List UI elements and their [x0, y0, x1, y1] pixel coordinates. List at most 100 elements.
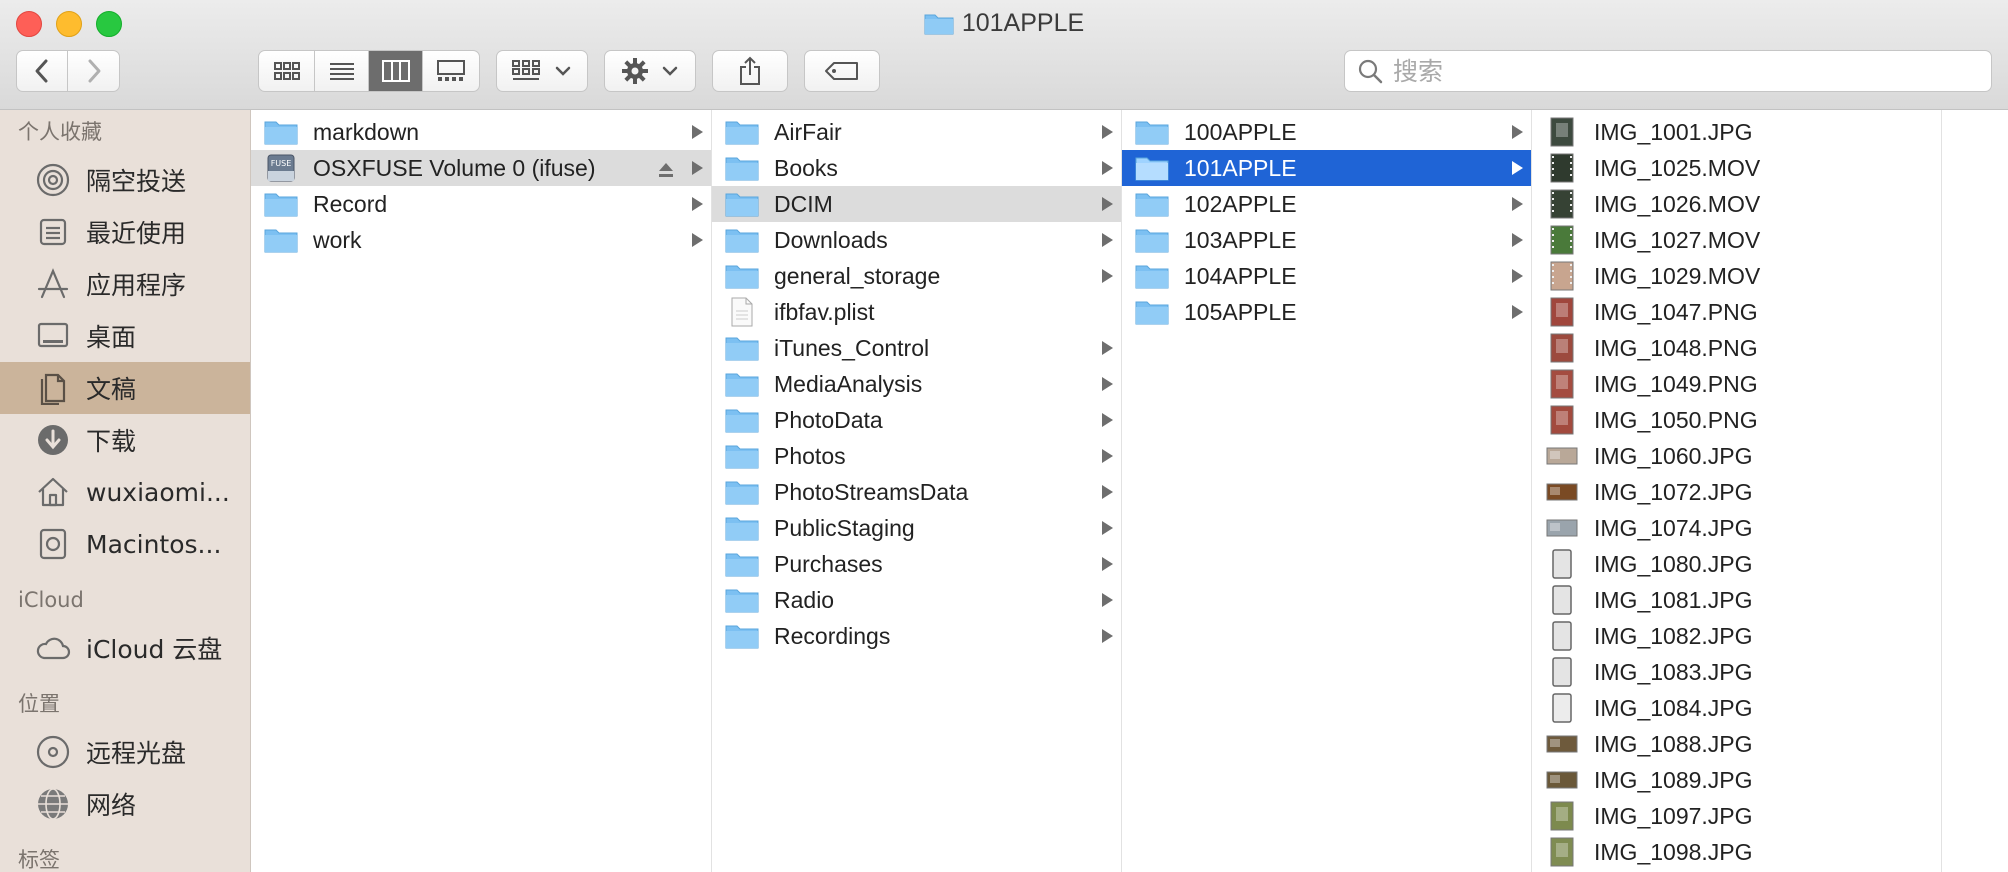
sidebar-item[interactable]: 网络: [0, 778, 250, 830]
folder-row[interactable]: 100APPLE: [1122, 114, 1531, 150]
folder-row[interactable]: general_storage: [712, 258, 1121, 294]
disclosure-arrow-icon: [1102, 485, 1113, 499]
sidebar-item[interactable]: Macintos...: [0, 518, 250, 570]
sidebar-section-title: 位置: [18, 692, 60, 716]
folder-row[interactable]: 102APPLE: [1122, 186, 1531, 222]
file-row[interactable]: IMG_1026.MOV: [1532, 186, 1941, 222]
sidebar-item[interactable]: 文稿: [0, 362, 250, 414]
file-row[interactable]: IMG_1027.MOV: [1532, 222, 1941, 258]
empty-column: [1942, 110, 2008, 872]
file-row[interactable]: IMG_1097.JPG: [1532, 798, 1941, 834]
disclosure-arrow-icon: [692, 125, 703, 139]
file-row[interactable]: IMG_1029.MOV: [1532, 258, 1941, 294]
sidebar-item[interactable]: wuxiaomi...: [0, 466, 250, 518]
file-row[interactable]: IMG_1083.JPG: [1532, 654, 1941, 690]
item-name: IMG_1088.JPG: [1594, 730, 1753, 757]
photo-thumbnail-icon: [1544, 477, 1580, 507]
folder-row[interactable]: iTunes_Control: [712, 330, 1121, 366]
folder-row[interactable]: Books: [712, 150, 1121, 186]
column-view-button[interactable]: [369, 51, 423, 91]
eject-icon[interactable]: [657, 158, 675, 185]
folder-icon: [263, 189, 299, 219]
file-row[interactable]: IMG_1088.JPG: [1532, 726, 1941, 762]
disclosure-arrow-icon: [1102, 125, 1113, 139]
sidebar-item[interactable]: 下载: [0, 414, 250, 466]
sidebar-item[interactable]: 最近使用: [0, 206, 250, 258]
folder-row[interactable]: 105APPLE: [1122, 294, 1531, 330]
folder-row[interactable]: MediaAnalysis: [712, 366, 1121, 402]
item-name: IMG_1074.JPG: [1594, 514, 1753, 541]
icon-view-icon: [273, 62, 300, 80]
folder-row[interactable]: PhotoStreamsData: [712, 474, 1121, 510]
sidebar-item[interactable]: 远程光盘: [0, 726, 250, 778]
disclosure-arrow-icon: [1512, 125, 1523, 139]
file-row[interactable]: IMG_1025.MOV: [1532, 150, 1941, 186]
back-button[interactable]: [17, 51, 69, 91]
folder-row[interactable]: 103APPLE: [1122, 222, 1531, 258]
folder-row[interactable]: PhotoData: [712, 402, 1121, 438]
folder-icon: [724, 549, 760, 579]
file-row[interactable]: IMG_1098.JPG: [1532, 834, 1941, 870]
icon-view-button[interactable]: [259, 51, 315, 91]
folder-row[interactable]: PublicStaging: [712, 510, 1121, 546]
list-view-button[interactable]: [315, 51, 369, 91]
file-row[interactable]: IMG_1074.JPG: [1532, 510, 1941, 546]
sidebar-item[interactable]: 应用程序: [0, 258, 250, 310]
harddisk-icon: [34, 525, 72, 563]
disclosure-arrow-icon: [1102, 161, 1113, 175]
group-by-button[interactable]: [496, 50, 588, 92]
photo-thumbnail-icon: [1544, 837, 1580, 867]
folder-row[interactable]: markdown: [251, 114, 711, 150]
folder-icon: [724, 189, 760, 219]
action-button[interactable]: [604, 50, 696, 92]
folder-row[interactable]: Radio: [712, 582, 1121, 618]
share-button[interactable]: [712, 50, 788, 92]
tags-button[interactable]: [804, 50, 880, 92]
file-row[interactable]: ifbfav.plist: [712, 294, 1121, 330]
network-icon: [34, 785, 72, 823]
search-field[interactable]: [1344, 50, 1992, 92]
folder-row[interactable]: work: [251, 222, 711, 258]
file-row[interactable]: IMG_1080.JPG: [1532, 546, 1941, 582]
search-input[interactable]: [1391, 55, 1955, 87]
photo-thumbnail-icon: [1544, 513, 1580, 543]
folder-row[interactable]: Photos: [712, 438, 1121, 474]
gallery-view-button[interactable]: [423, 51, 479, 91]
folder-row[interactable]: Record: [251, 186, 711, 222]
file-row[interactable]: IMG_1089.JPG: [1532, 762, 1941, 798]
sidebar-item[interactable]: 隔空投送: [0, 154, 250, 206]
file-row[interactable]: IMG_1050.PNG: [1532, 402, 1941, 438]
folder-row[interactable]: AirFair: [712, 114, 1121, 150]
folder-icon: [1134, 153, 1170, 183]
folder-row[interactable]: Downloads: [712, 222, 1121, 258]
file-row[interactable]: FUSE OSXFUSE Volume 0 (ifuse): [251, 150, 711, 186]
sidebar-item-label: 桌面: [86, 323, 137, 352]
item-name: IMG_1080.JPG: [1594, 550, 1753, 577]
file-row[interactable]: IMG_1060.JPG: [1532, 438, 1941, 474]
folder-row[interactable]: DCIM: [712, 186, 1121, 222]
file-row[interactable]: IMG_1001.JPG: [1532, 114, 1941, 150]
forward-button[interactable]: [68, 51, 119, 91]
sidebar-item[interactable]: 桌面: [0, 310, 250, 362]
home-icon: [34, 473, 72, 511]
item-name: IMG_1025.MOV: [1594, 154, 1761, 181]
file-row[interactable]: IMG_1072.JPG: [1532, 474, 1941, 510]
folder-row[interactable]: 104APPLE: [1122, 258, 1531, 294]
folder-icon: [724, 621, 760, 651]
folder-row[interactable]: Recordings: [712, 618, 1121, 654]
photo-thumbnail-icon: [1544, 765, 1580, 795]
file-row[interactable]: IMG_1082.JPG: [1532, 618, 1941, 654]
list-view-icon: [329, 63, 354, 80]
file-row[interactable]: IMG_1047.PNG: [1532, 294, 1941, 330]
folder-row[interactable]: Purchases: [712, 546, 1121, 582]
item-name: IMG_1089.JPG: [1594, 766, 1753, 793]
sidebar-item-label: wuxiaomi...: [86, 477, 230, 507]
folder-row[interactable]: 101APPLE: [1122, 150, 1531, 186]
file-row[interactable]: IMG_1049.PNG: [1532, 366, 1941, 402]
folder-icon: [924, 11, 954, 42]
file-row[interactable]: IMG_1084.JPG: [1532, 690, 1941, 726]
folder-icon: [1134, 225, 1170, 255]
file-row[interactable]: IMG_1048.PNG: [1532, 330, 1941, 366]
sidebar-item[interactable]: iCloud 云盘: [0, 622, 250, 674]
file-row[interactable]: IMG_1081.JPG: [1532, 582, 1941, 618]
